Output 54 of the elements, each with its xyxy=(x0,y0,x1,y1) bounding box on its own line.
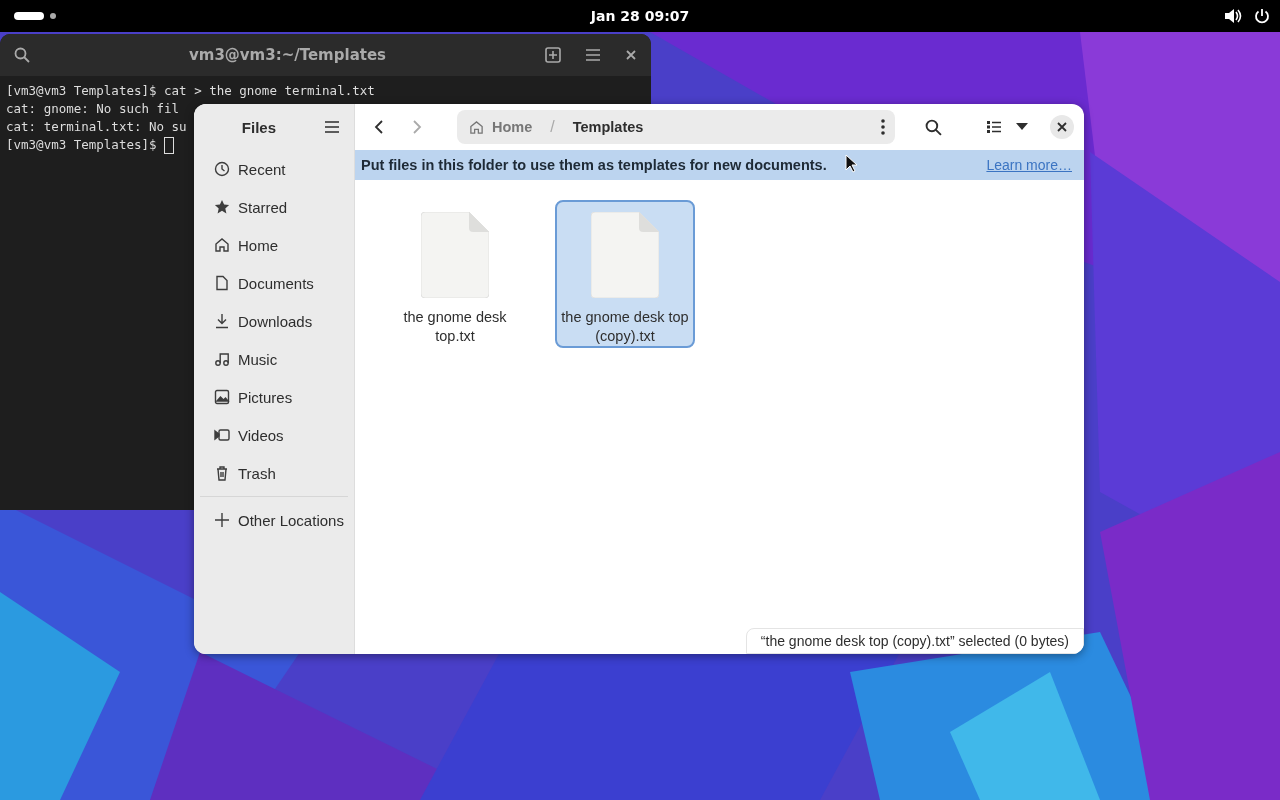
sidebar-item[interactable]: Other Locations xyxy=(200,501,348,539)
terminal-line: [vm3@vm3 Templates]$ xyxy=(6,136,158,154)
terminal-line: cat: terminal.txt: No su xyxy=(6,118,187,136)
menu-icon[interactable] xyxy=(324,120,340,134)
home-icon xyxy=(214,237,230,253)
menu-icon[interactable] xyxy=(585,48,601,62)
activities-indicator[interactable] xyxy=(14,12,56,20)
sidebar-item[interactable]: Recent xyxy=(200,150,348,188)
close-icon xyxy=(1057,122,1067,132)
path-crumb[interactable]: Templates xyxy=(572,119,644,135)
text-file-icon xyxy=(591,212,659,298)
close-button[interactable] xyxy=(1050,115,1074,139)
sidebar-item[interactable]: Music xyxy=(200,340,348,378)
path-separator: / xyxy=(550,118,555,136)
image-icon xyxy=(214,389,230,405)
dropdown-icon[interactable] xyxy=(1016,123,1028,131)
terminal-line: [vm3@vm3 Templates]$ cat > the gnome terminal.txt xyxy=(6,82,375,100)
clock-icon xyxy=(214,161,230,177)
sidebar-item[interactable]: Documents xyxy=(200,264,348,302)
video-camera-icon xyxy=(214,427,230,443)
banner-text: Put files in this folder to use them as templates for new documents. xyxy=(361,157,827,173)
search-icon[interactable] xyxy=(14,47,30,63)
status-label: “the gnome desk top (copy).txt” selected (0 bytes) xyxy=(745,628,1084,654)
power-icon[interactable] xyxy=(1254,8,1270,24)
back-icon[interactable] xyxy=(373,119,385,135)
clock[interactable]: Jan 28 09:07 xyxy=(590,8,690,24)
window-title: Files xyxy=(241,118,276,136)
text-file-icon xyxy=(421,212,489,298)
sidebar-item[interactable]: Downloads xyxy=(200,302,348,340)
sidebar-item[interactable]: Starred xyxy=(200,188,348,226)
plus-icon xyxy=(214,512,230,528)
text-cursor xyxy=(164,136,175,154)
sidebar-item[interactable]: Home xyxy=(200,226,348,264)
sidebar-item[interactable]: Pictures xyxy=(200,378,348,416)
window-title: vm3@vm3:~/Templates xyxy=(187,46,388,64)
sidebar-item[interactable]: Videos xyxy=(200,416,348,454)
file-item[interactable]: the gnome desk top.txt xyxy=(385,200,525,348)
volume-icon[interactable] xyxy=(1224,8,1242,24)
path-crumb[interactable]: Home xyxy=(492,119,533,135)
star-icon xyxy=(214,199,230,215)
download-icon xyxy=(214,313,230,329)
search-icon[interactable] xyxy=(925,118,942,136)
new-tab-icon[interactable] xyxy=(545,47,561,63)
close-icon[interactable] xyxy=(625,49,637,61)
list-view-icon[interactable] xyxy=(986,120,1002,134)
more-icon[interactable] xyxy=(881,119,885,135)
document-icon xyxy=(214,275,230,291)
mouse-pointer-icon xyxy=(845,154,857,173)
file-item[interactable]: the gnome desk top (copy).txt xyxy=(555,200,695,348)
trash-icon xyxy=(214,465,230,481)
home-icon xyxy=(469,119,484,135)
terminal-line: cat: gnome: No such fil xyxy=(6,100,180,118)
music-note-icon xyxy=(214,351,230,367)
sidebar-item[interactable]: Trash xyxy=(200,454,348,492)
